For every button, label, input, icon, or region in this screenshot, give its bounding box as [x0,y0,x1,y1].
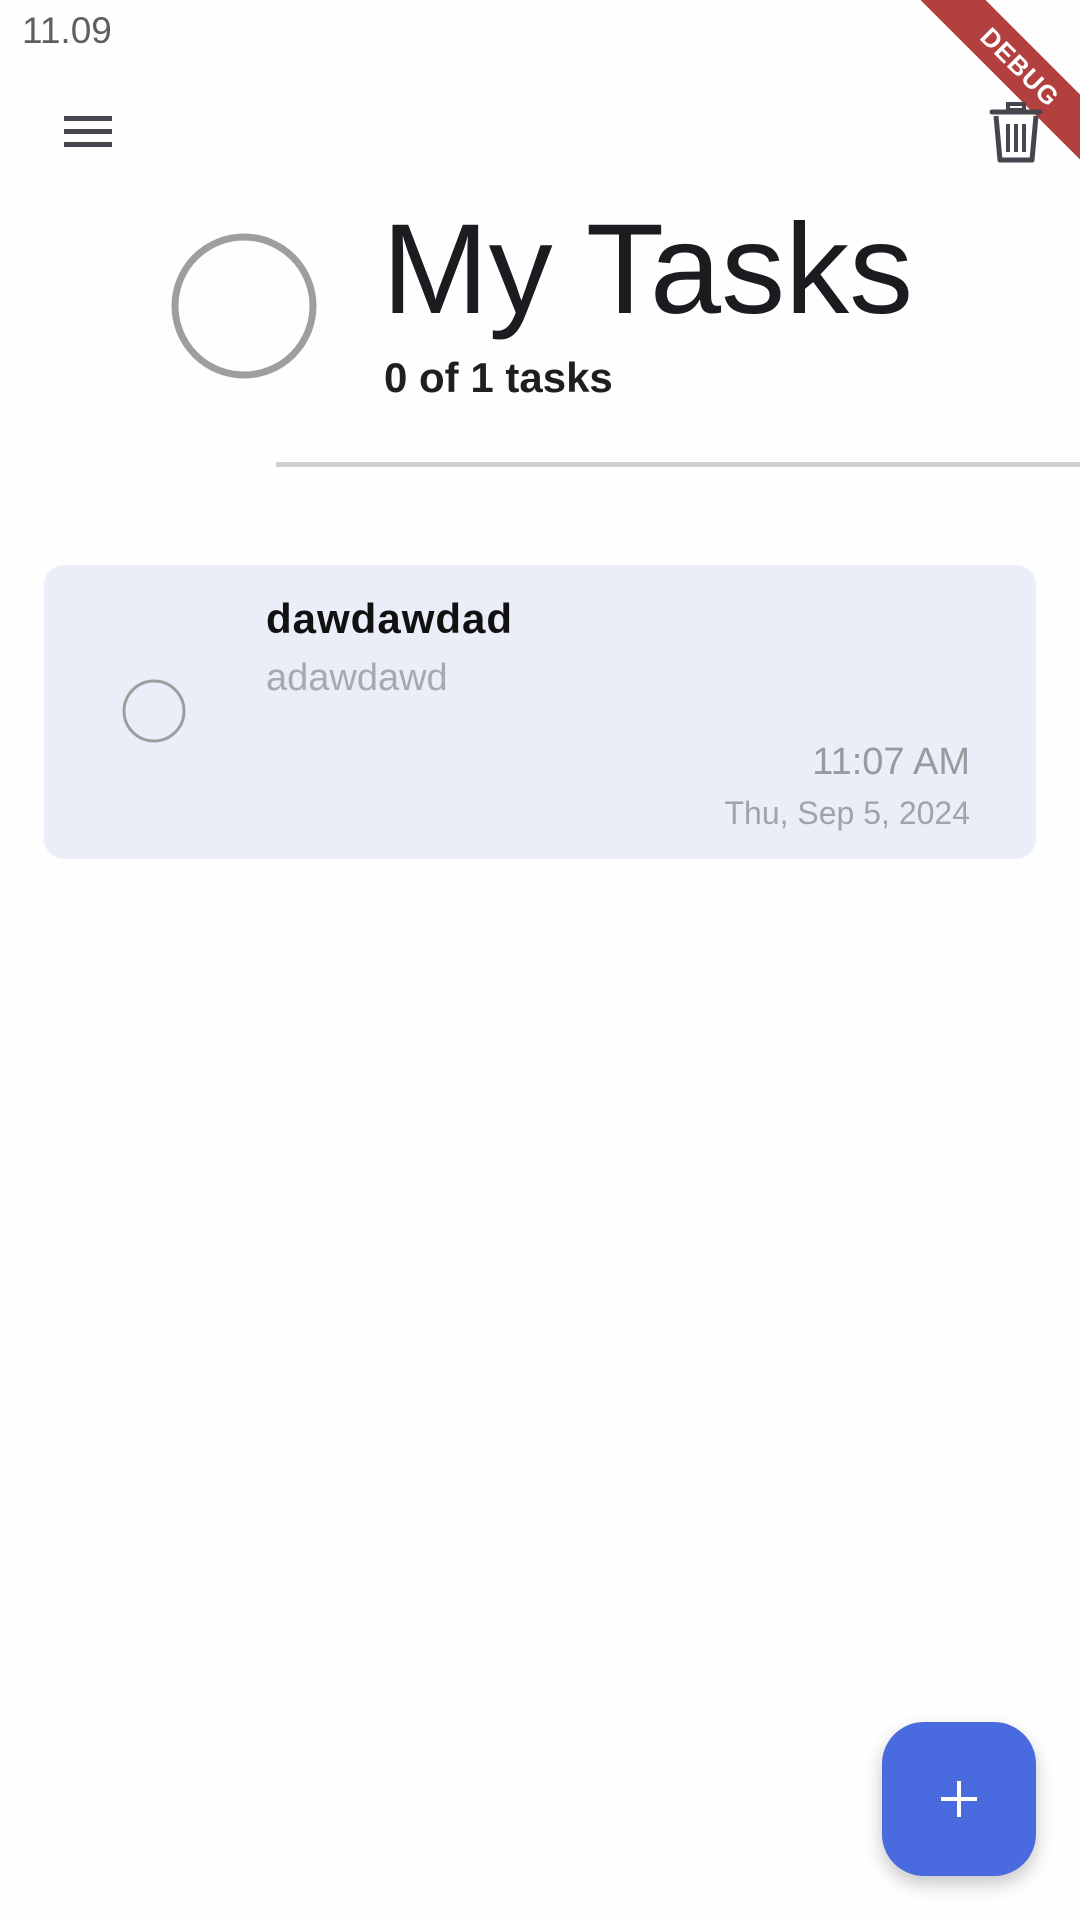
status-bar-time: 11.09 [22,10,112,51]
add-task-button[interactable] [882,1722,1036,1876]
header-divider [276,462,1080,467]
task-count: 0 of 1 tasks [384,354,613,401]
plus-icon [941,1781,977,1817]
task-description: adawdawd [266,657,448,699]
menu-button[interactable] [48,96,128,168]
task-time: 11:07 AM [812,741,970,783]
delete-all-button[interactable] [980,96,1052,168]
progress-ring [170,232,318,380]
task-card[interactable]: dawdawdad adawdawd 11:07 AM Thu, Sep 5, … [44,565,1036,859]
trash-icon [989,102,1043,163]
page-title: My Tasks [382,198,914,341]
menu-icon [64,116,112,147]
task-checkbox[interactable] [122,679,186,743]
task-title: dawdawdad [266,595,514,642]
task-date: Thu, Sep 5, 2024 [724,795,970,831]
